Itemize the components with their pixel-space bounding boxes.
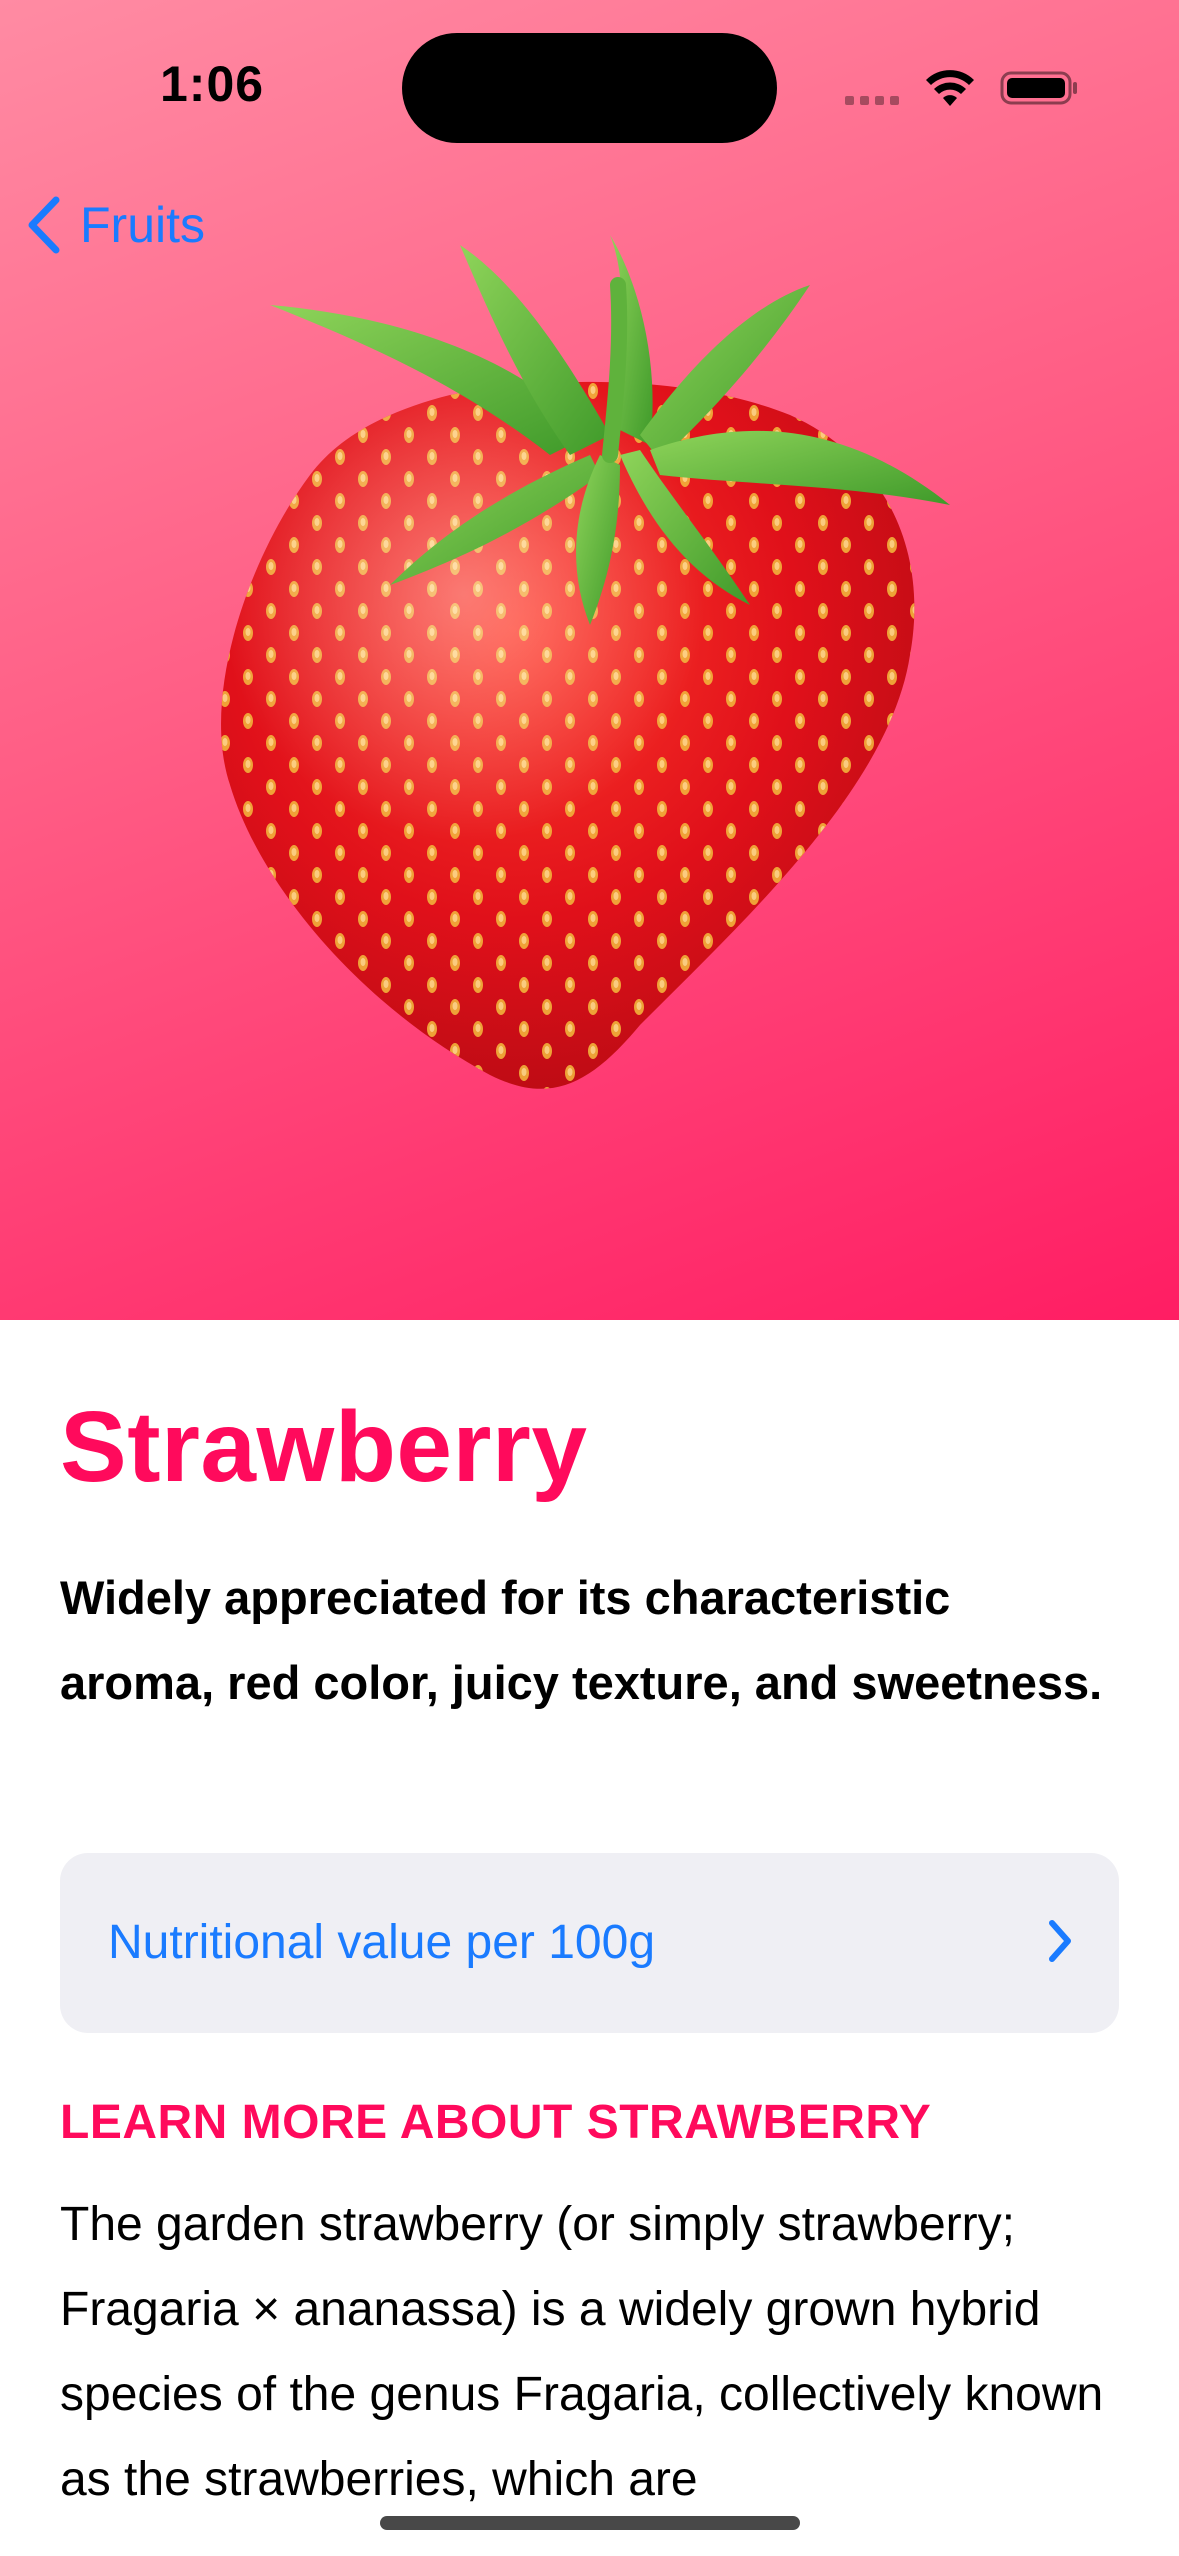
- hero-header: 1:06 Fruits: [0, 0, 1179, 1320]
- nutrition-value-label: Nutritional value per 100g: [108, 1916, 656, 1969]
- wifi-icon: [926, 70, 974, 106]
- status-bar-time: 1:06: [160, 56, 265, 112]
- nutrition-value-row[interactable]: Nutritional value per 100g: [60, 1853, 1119, 2033]
- fruit-detail-screen: 1:06 Fruits Strawberry Widely appreciate…: [0, 0, 1179, 2556]
- cellular-signal-icon: [845, 96, 899, 105]
- learn-more-heading: LEARN MORE ABOUT STRAWBERRY: [60, 2096, 932, 2149]
- home-indicator[interactable]: [380, 2516, 800, 2530]
- dynamic-island: [402, 33, 777, 143]
- fruit-headline: Widely appreciated for its characteristi…: [60, 1571, 1103, 1709]
- back-button[interactable]: Fruits: [26, 196, 205, 254]
- strawberry-image: [221, 235, 950, 1089]
- fruit-description: The garden strawberry (or simply strawbe…: [60, 2198, 1104, 2506]
- back-button-label: Fruits: [80, 197, 205, 253]
- chevron-right-icon: [1049, 1920, 1071, 1962]
- chevron-left-icon: [28, 196, 60, 254]
- fruit-details: Strawberry Widely appreciated for its ch…: [0, 1320, 1179, 2556]
- battery-icon: [1000, 71, 1077, 105]
- fruit-title: Strawberry: [60, 1391, 588, 1503]
